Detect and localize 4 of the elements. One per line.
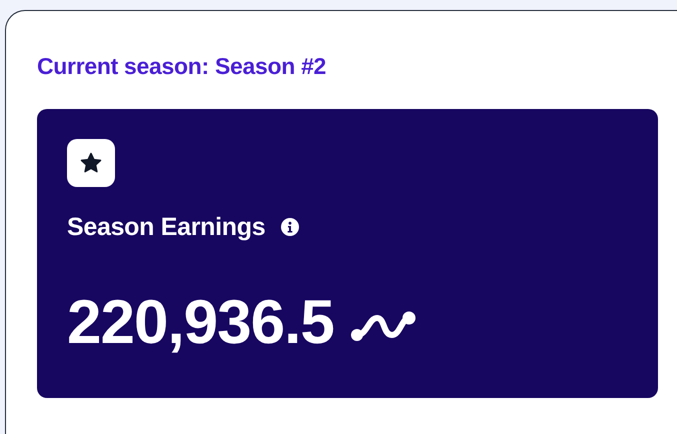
section-heading: Current season: Season #2 bbox=[37, 52, 326, 81]
card-title: Season Earnings bbox=[67, 212, 266, 243]
earnings-value: 220,936.5 bbox=[67, 291, 334, 355]
info-icon[interactable] bbox=[281, 218, 300, 236]
